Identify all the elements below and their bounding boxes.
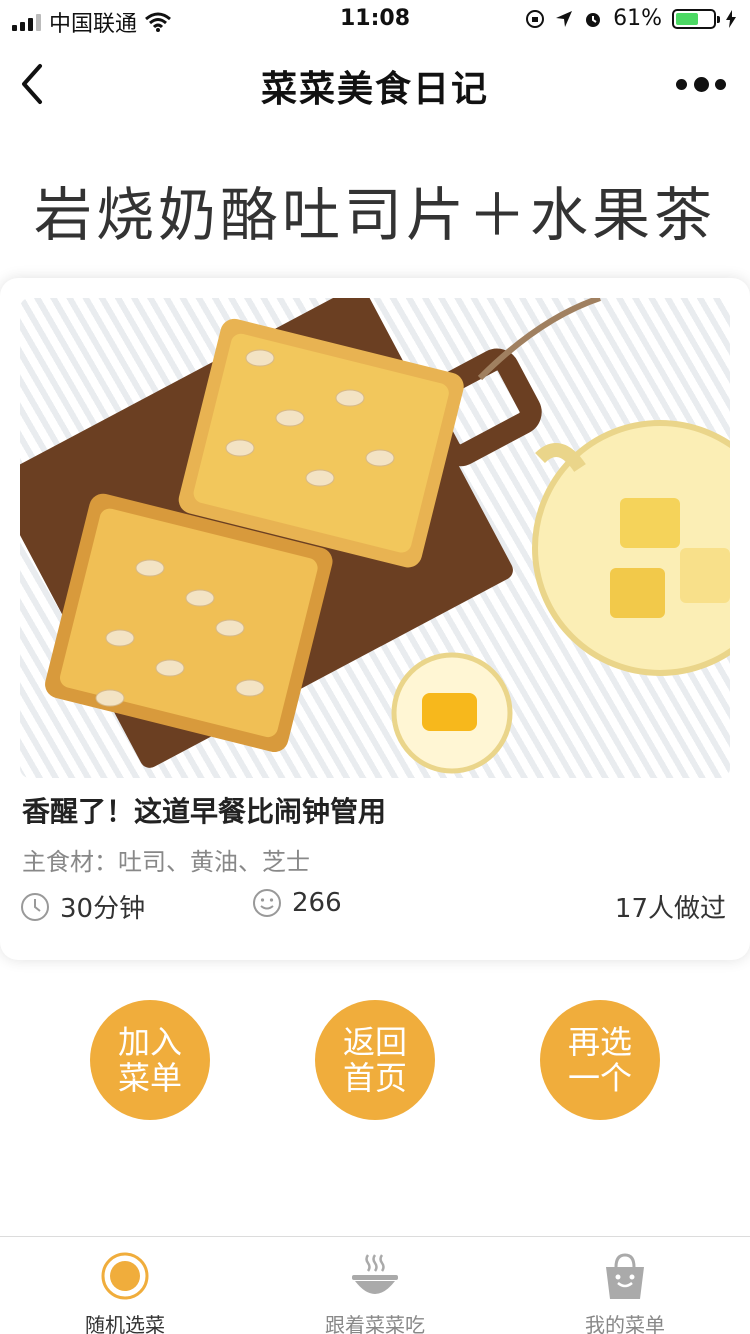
dish-photo[interactable]	[20, 298, 730, 778]
target-icon	[101, 1252, 149, 1300]
recipe-stats: 30分钟 266 17人做过	[20, 888, 726, 924]
recipe-card[interactable]: 香醒了！这道早餐比闹钟管用 主食材：吐司、黄油、芝士 30分钟 266 17人做…	[0, 278, 750, 960]
likes[interactable]: 266	[252, 888, 342, 918]
bag-icon	[606, 1253, 644, 1299]
pick-again-button[interactable]: 再选一个	[540, 1000, 660, 1120]
cook-time: 30分钟	[20, 888, 145, 925]
tab-follow-caicai[interactable]: 跟着菜菜吃	[250, 1237, 500, 1334]
cook-time-value: 30分钟	[60, 894, 146, 924]
likes-count: 266	[292, 888, 342, 918]
more-dot-icon	[693, 76, 709, 92]
status-bar: 中国联通 11:08 61%	[0, 0, 750, 40]
tab-my-menu[interactable]: 我的菜单	[500, 1237, 750, 1334]
charging-bolt-icon	[726, 9, 736, 28]
smiley-icon	[253, 889, 281, 917]
recipe-headline: 香醒了！这道早餐比闹钟管用	[22, 795, 387, 828]
battery-percent: 61%	[613, 6, 662, 31]
tab-bar: 随机选菜 跟着菜菜吃 我的菜单	[0, 1236, 750, 1334]
dish-photo-illustration	[20, 298, 730, 774]
back-home-button[interactable]: 返回首页	[315, 1000, 435, 1120]
tab-label: 跟着菜菜吃	[325, 1313, 425, 1334]
bowl-icon	[352, 1254, 398, 1294]
more-dot-icon	[715, 78, 726, 90]
made-count: 17人做过	[614, 894, 726, 924]
page-title: 菜菜美食日记	[260, 69, 489, 110]
tab-random-pick[interactable]: 随机选菜	[0, 1237, 250, 1334]
more-button[interactable]	[676, 70, 726, 98]
status-right: 61%	[525, 6, 736, 31]
clock-icon	[21, 892, 49, 921]
rotation-lock-icon	[526, 9, 545, 28]
dish-title: 岩烧奶酪吐司片＋水果茶	[33, 181, 716, 249]
add-to-menu-button[interactable]: 加入菜单	[90, 1000, 210, 1120]
action-buttons: 加入菜单 返回首页 再选一个	[0, 1000, 750, 1120]
tab-label: 随机选菜	[85, 1313, 165, 1334]
alarm-icon	[586, 12, 601, 27]
battery-icon	[672, 8, 720, 29]
tab-label: 我的菜单	[585, 1313, 665, 1334]
nav-bar: 菜菜美食日记	[0, 40, 750, 128]
more-dot-icon	[676, 78, 687, 90]
location-arrow-icon	[556, 10, 573, 27]
recipe-ingredients: 主食材：吐司、黄油、芝士	[22, 848, 310, 876]
